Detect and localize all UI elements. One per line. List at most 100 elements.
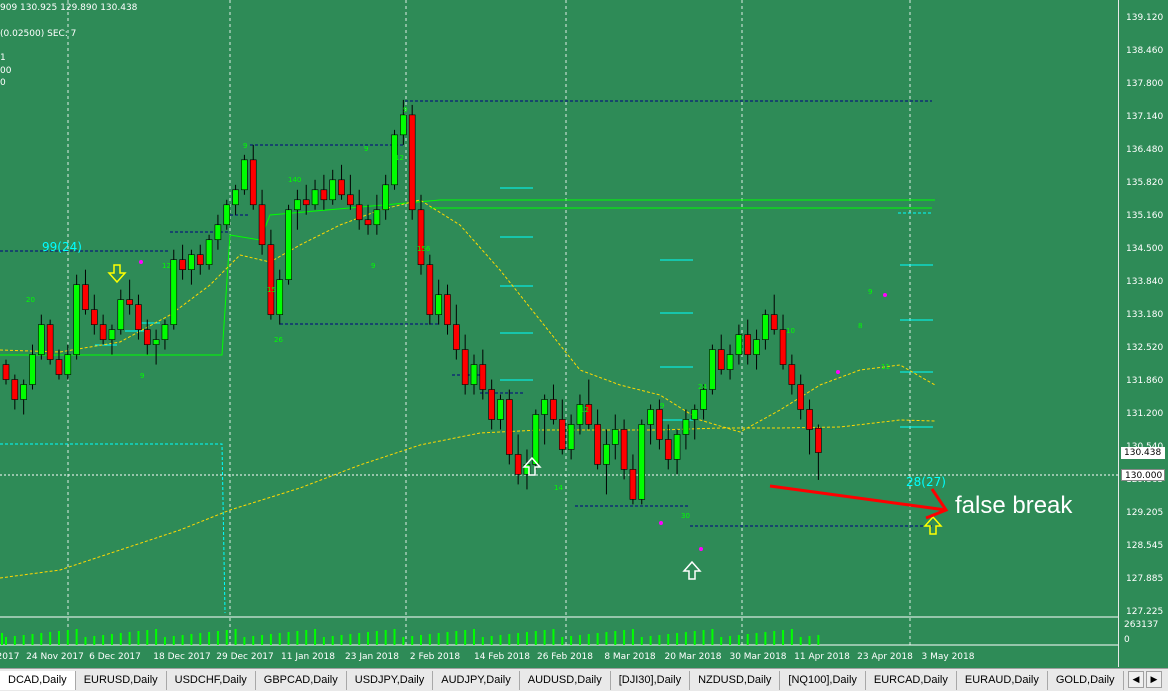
candle-body (338, 179, 345, 196)
chart-tab[interactable]: EURCAD,Daily (866, 670, 957, 690)
annotation-arrow-line (769, 484, 947, 512)
count-number: 9 (140, 372, 144, 380)
indicator-readout: (0.02500) SEC: 7 (0, 29, 77, 39)
candle-body (470, 364, 478, 385)
date-tick-label: 24 Nov 2017 (26, 652, 84, 662)
cyan-level (0, 443, 226, 614)
up-arrow-icon (682, 560, 702, 580)
date-tick-label: 11 Apr 2018 (794, 652, 850, 662)
candle-body (135, 304, 142, 330)
price-tick-label: 137.800 (1126, 79, 1164, 89)
signal-dot (659, 521, 663, 525)
price-tick-label: 133.840 (1126, 277, 1164, 287)
candle-body (223, 204, 231, 226)
candle-body (488, 389, 495, 420)
chart-tab[interactable]: EURUSD,Daily (76, 670, 167, 690)
date-tick-label: 23 Apr 2018 (857, 652, 913, 662)
candle-body (355, 204, 363, 221)
price-tick-label: 128.545 (1126, 541, 1164, 551)
count-number: 15 (267, 286, 276, 294)
price-line-box: 130.000 (1121, 469, 1165, 481)
candle-body (691, 409, 699, 420)
chart-tab[interactable]: AUDJPY,Daily (433, 670, 520, 690)
candle-body (196, 254, 204, 265)
candle-body (497, 399, 504, 420)
price-tick-label: 135.820 (1126, 178, 1164, 188)
candle-body (73, 284, 80, 355)
count-number: 12 (395, 154, 404, 162)
candle-body (276, 279, 284, 315)
date-tick-label: 14 Feb 2018 (473, 652, 531, 662)
candle-body (638, 424, 646, 500)
candle-body (744, 334, 752, 355)
date-tick-label: 6 Dec 2017 (89, 652, 141, 662)
chart-tab[interactable]: [DJI30],Daily (611, 670, 691, 690)
candle-body (320, 189, 328, 201)
chart-tab[interactable]: USDJPY,Daily (347, 670, 434, 690)
tab-scroll-right-button[interactable]: ▶ (1146, 671, 1162, 688)
candle-body (188, 254, 195, 270)
date-tick-label: 20 Mar 2018 (664, 652, 722, 662)
current-price-box: 130.438 (1121, 447, 1165, 459)
chart-tab[interactable]: EURAUD,Daily (957, 670, 1048, 690)
candle-body (620, 429, 628, 470)
candle-body (417, 209, 425, 265)
candle-body (382, 184, 389, 211)
chart-tab[interactable]: [NQ100],Daily (780, 670, 866, 690)
price-tick-label: 132.520 (1126, 343, 1164, 353)
candle-body (647, 409, 654, 425)
annotation-arrow-head (925, 488, 949, 520)
chart-tab[interactable]: DCAD,Daily (0, 670, 76, 690)
price-chart[interactable]: 99(24) 28(27) 20 12 9 9 9 140 9 12 15 26 9 156 12 14 9 24… (0, 0, 1168, 668)
tab-scroll-left-button[interactable]: ◀ (1128, 671, 1144, 688)
date-tick-label: 8 Mar 2018 (604, 652, 656, 662)
price-tick-label: 127.225 (1126, 607, 1164, 617)
candle-body (594, 424, 601, 465)
count-number: 9 (243, 142, 247, 150)
price-tick-label: 138.460 (1126, 46, 1164, 56)
chart-tab[interactable]: GBPCAD,Daily (256, 670, 347, 690)
candle-body (364, 219, 372, 226)
candle-body (506, 399, 513, 455)
candle-body (541, 399, 548, 415)
candle-body (664, 439, 672, 460)
chart-tab[interactable]: NZDUSD,Daily (690, 670, 781, 690)
candle-body (611, 429, 619, 445)
indicator-line-3: 1 (0, 53, 6, 63)
candle-body (258, 204, 266, 246)
candle-body (20, 384, 27, 400)
chart-tab[interactable]: USDCHF,Daily (167, 670, 256, 690)
candle-body (347, 194, 354, 206)
candle-body (673, 434, 681, 460)
candle-body (788, 364, 796, 385)
candle-body (91, 309, 98, 325)
candle-body (214, 224, 222, 241)
price-tick-label: 135.160 (1126, 211, 1164, 221)
price-tick-label: 127.885 (1126, 574, 1164, 584)
chart-tab[interactable]: GOLD,Daily (1048, 670, 1124, 690)
signal-dot (836, 370, 840, 374)
candle-body (558, 419, 566, 450)
volume-max-label: 263137 (1124, 620, 1159, 630)
price-tick-label: 139.120 (1126, 13, 1164, 23)
candle-body (532, 414, 540, 465)
candle-body (294, 199, 301, 211)
chart-tab[interactable]: AUDUSD,Daily (520, 670, 611, 690)
price-axis[interactable] (1118, 0, 1168, 667)
candle-body (797, 384, 805, 410)
candle-body (38, 324, 45, 355)
up-arrow-icon (923, 515, 943, 535)
count-number: 26 (274, 336, 283, 344)
price-tick-label: 133.180 (1126, 310, 1164, 320)
candle-body (2, 364, 10, 380)
signal-dot (139, 260, 143, 264)
candle-body (479, 364, 487, 390)
price-tick-label: 137.140 (1126, 112, 1164, 122)
count-number: 12 (580, 406, 589, 414)
signal-dot (699, 547, 703, 551)
candle-body (179, 259, 186, 270)
count-number: 8 (858, 322, 862, 330)
candle-body (329, 179, 337, 201)
date-tick-label: 11 Jan 2018 (281, 652, 335, 662)
candle-body (64, 354, 72, 375)
